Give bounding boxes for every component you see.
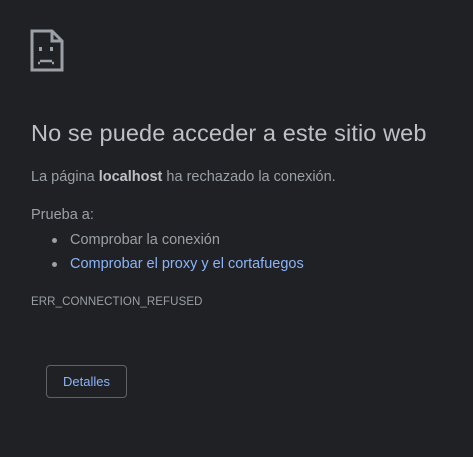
bullet-icon	[52, 262, 57, 267]
error-code: ERR_CONNECTION_REFUSED	[31, 296, 203, 308]
error-description: La página localhost ha rechazado la cone…	[31, 169, 336, 185]
bullet-icon	[52, 238, 57, 243]
suggestions-list: Comprobar la conexión Comprobar el proxy…	[31, 229, 304, 277]
description-prefix: La página	[31, 169, 99, 185]
suggestion-label: Comprobar la conexión	[70, 232, 220, 248]
error-page: No se puede acceder a este sitio web La …	[0, 0, 473, 457]
description-suffix: ha rechazado la conexión.	[162, 169, 336, 185]
check-proxy-firewall-link[interactable]: Comprobar el proxy y el cortafuegos	[70, 256, 304, 272]
sad-page-icon	[30, 29, 64, 72]
try-label: Prueba a:	[31, 207, 94, 223]
suggestion-check-connection: Comprobar la conexión	[31, 229, 304, 253]
details-button[interactable]: Detalles	[46, 365, 127, 398]
host-name: localhost	[98, 169, 163, 185]
page-title: No se puede acceder a este sitio web	[31, 120, 427, 146]
suggestion-check-proxy-firewall[interactable]: Comprobar el proxy y el cortafuegos	[31, 253, 304, 277]
